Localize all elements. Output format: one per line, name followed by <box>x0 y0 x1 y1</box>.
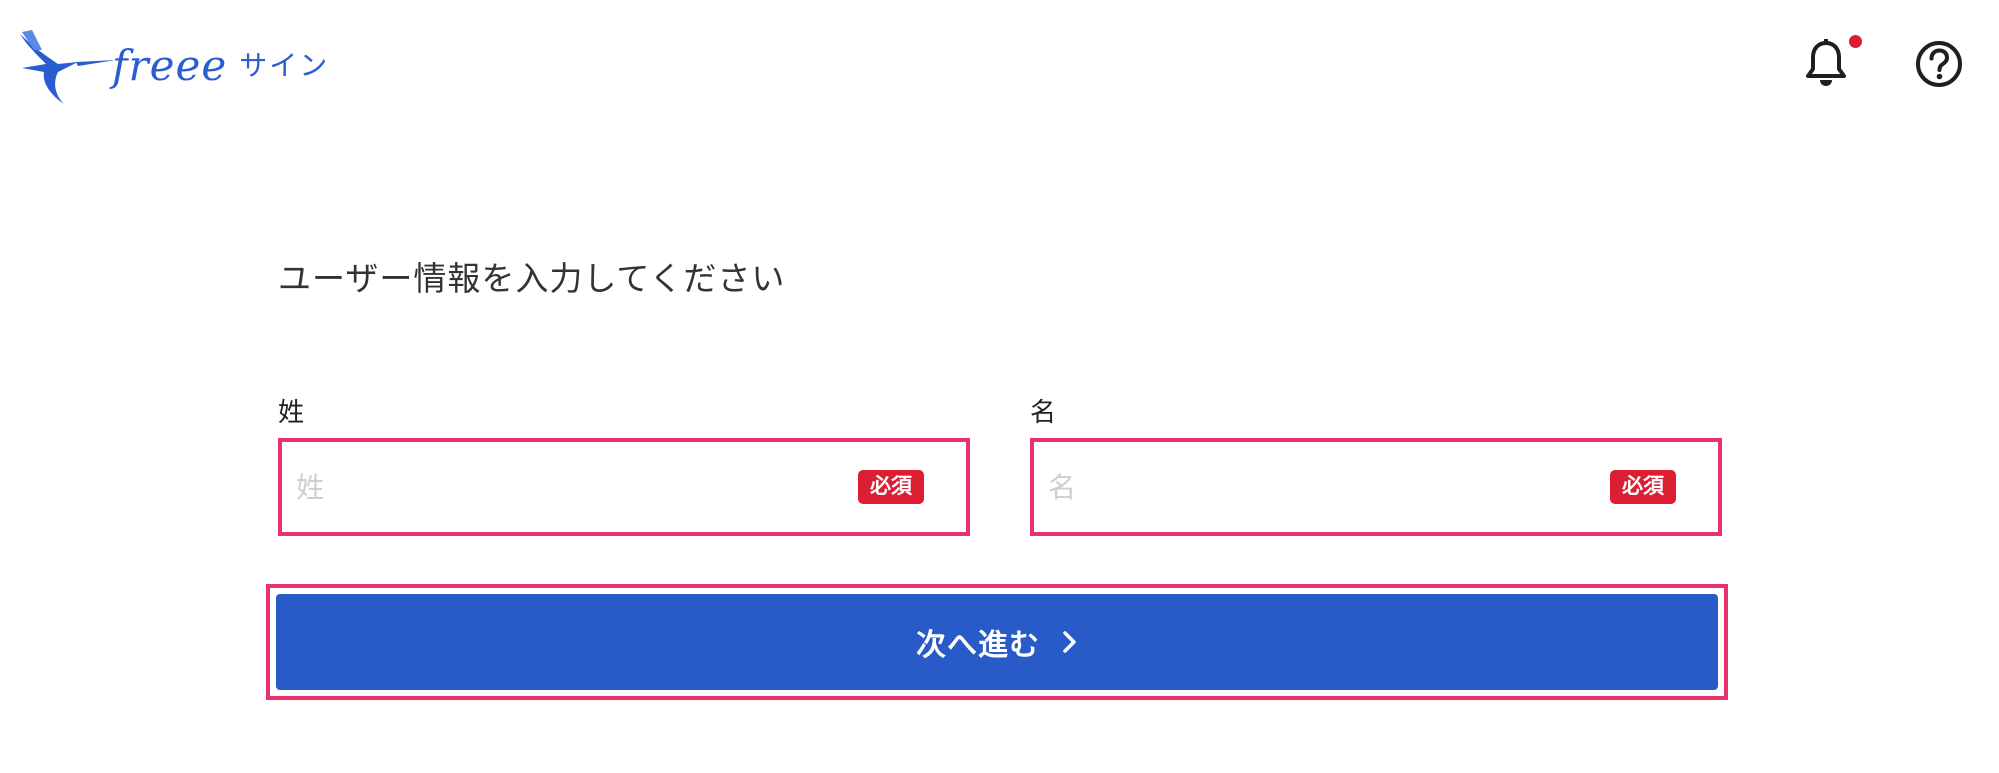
chevron-right-icon <box>1062 630 1078 654</box>
bell-icon <box>1806 39 1846 86</box>
swallow-logo-icon <box>20 30 116 104</box>
last-name-label: 姓 <box>278 398 305 428</box>
last-name-field[interactable]: 必須 <box>278 438 970 536</box>
next-button-highlight: 次へ進む <box>266 584 1728 700</box>
help-circle-icon <box>1916 41 1962 87</box>
first-name-label: 名 <box>1030 398 1057 428</box>
required-badge: 必須 <box>858 470 924 504</box>
logo-product-name: サイン <box>239 49 330 82</box>
last-name-input[interactable] <box>282 442 858 532</box>
help-button[interactable] <box>1909 34 1969 94</box>
page: freee サイン ユーザー情報を入力してください 姓 必須 名 必須 次へ進む <box>0 0 1999 773</box>
logo-wordmark: freee <box>112 41 228 90</box>
first-name-field[interactable]: 必須 <box>1030 438 1722 536</box>
required-badge: 必須 <box>1610 470 1676 504</box>
freee-sign-logo[interactable]: freee サイン <box>18 26 338 106</box>
next-button-label: 次へ進む <box>916 628 1040 663</box>
notification-button[interactable] <box>1796 34 1856 94</box>
next-button[interactable]: 次へ進む <box>276 594 1718 690</box>
page-title: ユーザー情報を入力してください <box>278 259 786 298</box>
notification-badge-dot <box>1849 35 1862 48</box>
first-name-input[interactable] <box>1034 442 1610 532</box>
